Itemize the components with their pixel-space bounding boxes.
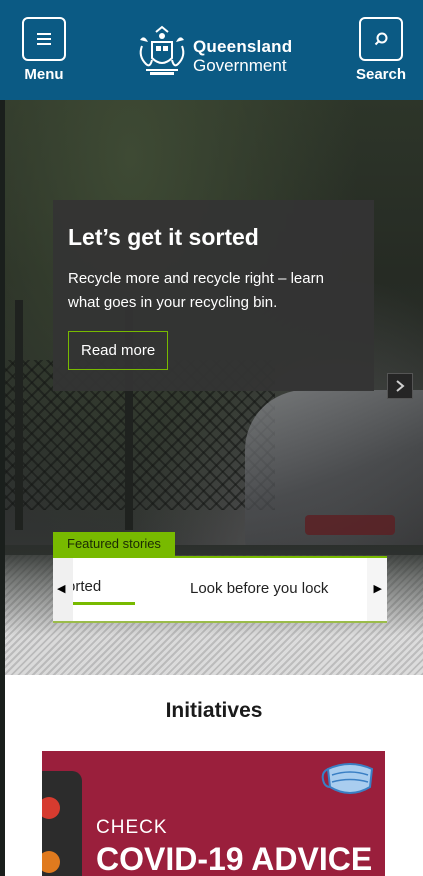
- read-more-button[interactable]: Read more: [68, 331, 169, 370]
- search-icon: [374, 32, 388, 46]
- search-button[interactable]: [359, 17, 403, 61]
- menu-button[interactable]: [22, 17, 66, 61]
- hero-title: Let’s get it sorted: [68, 224, 259, 250]
- face-mask-icon: [321, 763, 374, 794]
- triangle-left-icon[interactable]: ◀: [57, 582, 65, 595]
- carousel-next-button[interactable]: [387, 373, 413, 399]
- logo-text-queensland: Queensland: [193, 37, 293, 56]
- initiatives-section: Initiatives CHECK COVID-19 ADVICE: [5, 675, 423, 876]
- hero-banner: Let’s get it sorted Recycle more and rec…: [5, 100, 423, 675]
- site-header: Menu Queensland Government Search: [0, 0, 423, 100]
- hero-background-car-light: [305, 515, 395, 535]
- coat-of-arms-icon: [139, 25, 185, 75]
- hero-background-post: [15, 300, 23, 530]
- initiatives-heading: Initiatives: [165, 699, 263, 722]
- queensland-government-logo[interactable]: Queensland Government: [136, 24, 296, 80]
- covid-card-headline: COVID-19 ADVICE: [96, 841, 373, 876]
- menu-label[interactable]: Menu: [9, 66, 79, 83]
- covid-advice-card[interactable]: CHECK COVID-19 ADVICE: [42, 751, 385, 876]
- hamburger-icon: [37, 33, 51, 45]
- covid-card-check: CHECK: [96, 817, 168, 838]
- hero-text: Recycle more and recycle right – learn w…: [68, 270, 324, 311]
- story-tab-look-before-you-lock[interactable]: Look before you lock: [190, 580, 328, 597]
- triangle-right-icon[interactable]: ▶: [374, 582, 382, 595]
- page: Menu Queensland Government Search Let’s …: [0, 0, 423, 876]
- featured-stories-bar: orted Look before you lock ◀ ▶: [53, 556, 387, 623]
- logo-text-government: Government: [193, 56, 287, 75]
- hero-card: Let’s get it sorted Recycle more and rec…: [53, 200, 374, 391]
- featured-stories-tag: Featured stories: [53, 532, 175, 556]
- chevron-right-icon: [396, 380, 405, 392]
- search-label[interactable]: Search: [346, 66, 416, 83]
